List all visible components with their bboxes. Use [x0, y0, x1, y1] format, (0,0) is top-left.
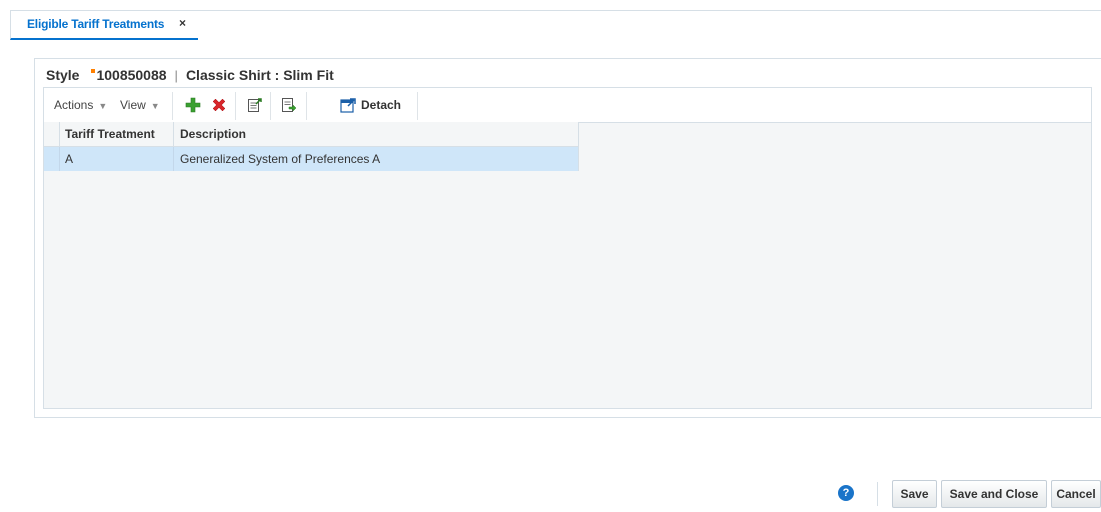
column-separator[interactable] — [173, 122, 174, 146]
toolbar-divider — [235, 92, 236, 120]
delete-icon[interactable] — [211, 97, 227, 113]
detach-icon[interactable] — [340, 97, 356, 113]
view-menu[interactable]: View ▼ — [120, 98, 160, 112]
cell-tariff-treatment[interactable]: A — [65, 152, 73, 166]
view-menu-label[interactable]: View — [120, 98, 146, 112]
tab-strip: Eligible Tariff Treatments × — [0, 0, 1101, 40]
footer-divider — [877, 482, 878, 506]
row-separator — [59, 147, 60, 171]
header-separator: | — [174, 68, 178, 83]
table-right-border — [578, 122, 579, 171]
cancel-button[interactable]: Cancel — [1051, 480, 1101, 508]
chevron-down-icon[interactable]: ▼ — [151, 101, 160, 111]
tab-eligible-tariff-treatments[interactable]: Eligible Tariff Treatments × — [10, 10, 198, 40]
style-label: Style — [46, 67, 80, 83]
style-id: 100850088 — [96, 67, 167, 83]
column-separator — [59, 122, 60, 146]
panel-header: Style 100850088 | Classic Shirt : Slim Fit — [46, 67, 334, 87]
toolbar-divider — [172, 92, 173, 120]
detach-label[interactable]: Detach — [361, 98, 401, 112]
chevron-down-icon[interactable]: ▼ — [98, 101, 107, 111]
toolbar-divider — [270, 92, 271, 120]
save-and-close-button[interactable]: Save and Close — [941, 480, 1047, 508]
actions-menu[interactable]: Actions ▼ — [54, 98, 107, 112]
style-panel: Style 100850088 | Classic Shirt : Slim Fit … — [34, 58, 1101, 418]
table-toolbar: Actions ▼ View ▼ Detach — [44, 88, 1091, 123]
close-tab-icon[interactable]: × — [179, 16, 186, 30]
add-icon[interactable] — [185, 97, 201, 113]
style-name: Classic Shirt : Slim Fit — [185, 67, 334, 83]
tab-label[interactable]: Eligible Tariff Treatments — [27, 17, 164, 31]
required-marker-icon — [91, 69, 96, 73]
upload-icon[interactable] — [281, 97, 297, 113]
table-header: Tariff Treatment Description — [44, 122, 578, 147]
help-icon[interactable]: ? — [838, 485, 854, 501]
save-button[interactable]: Save — [892, 480, 937, 508]
actions-menu-label[interactable]: Actions — [54, 98, 93, 112]
export-icon[interactable] — [247, 97, 263, 113]
row-separator — [173, 147, 174, 171]
column-header-description[interactable]: Description — [180, 127, 246, 141]
cell-description[interactable]: Generalized System of Preferences A — [180, 152, 380, 166]
toolbar-divider — [306, 92, 307, 120]
column-header-tariff-treatment[interactable]: Tariff Treatment — [65, 127, 155, 141]
table-container: Actions ▼ View ▼ Detach Tariff Treatment… — [43, 87, 1092, 409]
table-row[interactable]: A Generalized System of Preferences A — [44, 147, 578, 171]
toolbar-divider — [417, 92, 418, 120]
